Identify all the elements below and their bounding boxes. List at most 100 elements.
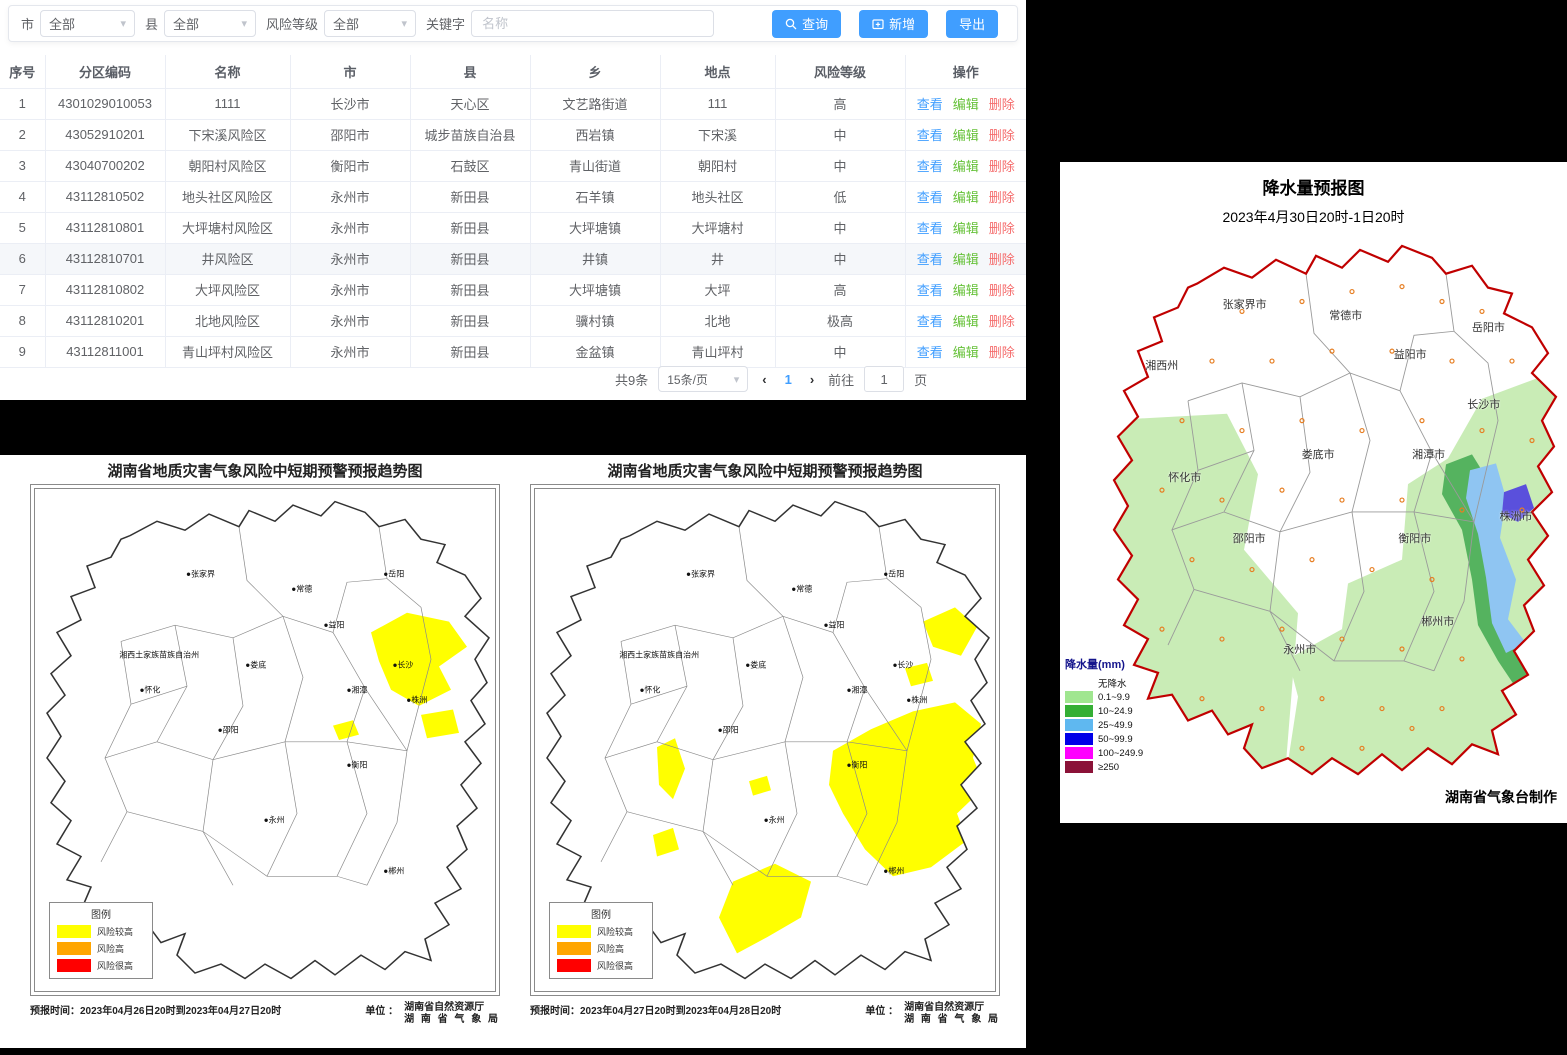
cell-name: 青山坪村风险区 (165, 336, 290, 367)
cell-city: 永州市 (290, 212, 410, 243)
city-select[interactable]: 全部 ▾ (40, 10, 135, 37)
delete-link[interactable]: 删除 (989, 190, 1015, 205)
cell-town: 西岩镇 (530, 119, 660, 150)
legend-item: 0.1~9.9 (1065, 690, 1175, 704)
risk-level-select[interactable]: 全部 ▾ (324, 10, 416, 37)
delete-link[interactable]: 删除 (989, 283, 1015, 298)
edit-link[interactable]: 编辑 (953, 159, 979, 174)
county-select-value: 全部 (173, 14, 199, 33)
view-link[interactable]: 查看 (917, 283, 943, 298)
edit-link[interactable]: 编辑 (953, 283, 979, 298)
cell-county: 新田县 (410, 212, 530, 243)
delete-link[interactable]: 删除 (989, 252, 1015, 267)
cell-town: 骥村镇 (530, 305, 660, 336)
unit-line2: 湖 南 省 气 象 局 (404, 1014, 500, 1026)
view-link[interactable]: 查看 (917, 252, 943, 267)
delete-link[interactable]: 删除 (989, 221, 1015, 236)
table-row: 5 43112810801 大坪塘村风险区 永州市 新田县 大坪塘镇 大坪塘村 … (0, 212, 1026, 243)
view-link[interactable]: 查看 (917, 97, 943, 112)
cell-no: 8 (0, 305, 45, 336)
next-page-button[interactable]: › (806, 372, 818, 387)
cell-place: 地头社区 (660, 181, 775, 212)
city-filter-label: 市 (21, 14, 34, 33)
view-link[interactable]: 查看 (917, 345, 943, 360)
view-link[interactable]: 查看 (917, 314, 943, 329)
edit-link[interactable]: 编辑 (953, 345, 979, 360)
cell-place: 下宋溪 (660, 119, 775, 150)
cell-code: 43112810502 (45, 181, 165, 212)
legend-swatch (1065, 691, 1093, 703)
search-button[interactable]: 查询 (772, 10, 841, 38)
col-code: 分区编码 (45, 55, 165, 88)
cell-code: 43112810802 (45, 274, 165, 305)
edit-link[interactable]: 编辑 (953, 221, 979, 236)
edit-link[interactable]: 编辑 (953, 128, 979, 143)
cell-name: 大坪塘村风险区 (165, 212, 290, 243)
view-link[interactable]: 查看 (917, 190, 943, 205)
unit-line1: 湖南省自然资源厅 (904, 1002, 1000, 1014)
county-select[interactable]: 全部 ▾ (164, 10, 256, 37)
add-button[interactable]: 新增 (859, 10, 928, 38)
goto-label: 前往 (828, 370, 854, 389)
table-row: 1 4301029010053 1111 长沙市 天心区 文艺路街道 111 高… (0, 88, 1026, 119)
trend-legend: 图例 风险较高 风险高 (549, 902, 653, 979)
trend-map-title: 湖南省地质灾害气象风险中短期预警预报趋势图 (30, 460, 500, 482)
delete-link[interactable]: 删除 (989, 345, 1015, 360)
prev-page-button[interactable]: ‹ (758, 372, 770, 387)
keyword-input[interactable] (471, 10, 714, 37)
cell-no: 3 (0, 150, 45, 181)
legend-swatch (557, 942, 591, 955)
cell-town: 金盆镇 (530, 336, 660, 367)
delete-link[interactable]: 删除 (989, 97, 1015, 112)
cell-city: 永州市 (290, 181, 410, 212)
delete-link[interactable]: 删除 (989, 159, 1015, 174)
table-row: 2 43052910201 下宋溪风险区 邵阳市 城步苗族自治县 西岩镇 下宋溪… (0, 119, 1026, 150)
precip-subtitle: 2023年4月30日20时-1日20时 (1060, 207, 1567, 227)
cell-risk: 中 (775, 119, 905, 150)
unit-line1: 湖南省自然资源厅 (404, 1002, 500, 1014)
cell-no: 2 (0, 119, 45, 150)
cell-place: 井 (660, 243, 775, 274)
cell-risk: 高 (775, 274, 905, 305)
legend-item: 25~49.9 (1065, 718, 1175, 732)
export-button[interactable]: 导出 (946, 10, 998, 38)
view-link[interactable]: 查看 (917, 221, 943, 236)
risk-filter-label: 风险等级 (266, 14, 318, 33)
legend-swatch (1065, 705, 1093, 717)
legend-swatch (57, 959, 91, 972)
delete-link[interactable]: 删除 (989, 314, 1015, 329)
cell-no: 1 (0, 88, 45, 119)
edit-link[interactable]: 编辑 (953, 314, 979, 329)
edit-link[interactable]: 编辑 (953, 97, 979, 112)
view-link[interactable]: 查看 (917, 159, 943, 174)
col-name: 名称 (165, 55, 290, 88)
precip-title: 降水量预报图 (1060, 174, 1567, 199)
cell-county: 新田县 (410, 305, 530, 336)
cell-risk: 低 (775, 181, 905, 212)
cell-actions: 查看编辑删除 (905, 181, 1026, 212)
add-folder-icon (872, 18, 884, 30)
unit-label: 单位 ： (365, 1002, 398, 1026)
goto-page-input[interactable] (864, 366, 904, 392)
edit-link[interactable]: 编辑 (953, 252, 979, 267)
cell-place: 大坪塘村 (660, 212, 775, 243)
cell-town: 石羊镇 (530, 181, 660, 212)
map-credit: 湖南省气象台制作 (1445, 787, 1557, 807)
cell-county: 城步苗族自治县 (410, 119, 530, 150)
chevron-down-icon: ▾ (734, 373, 740, 386)
edit-link[interactable]: 编辑 (953, 190, 979, 205)
delete-link[interactable]: 删除 (989, 128, 1015, 143)
current-page[interactable]: 1 (781, 372, 796, 387)
legend-swatch (1065, 733, 1093, 745)
legend-swatch (1065, 719, 1093, 731)
legend-item: 风险高 (57, 942, 145, 955)
page-size-select[interactable]: 15条/页 ▾ (658, 366, 748, 392)
filter-bar: 市 全部 ▾ 县 全部 ▾ 风险等级 全部 ▾ 关键字 查询 新增 导出 (8, 5, 1018, 42)
cell-no: 5 (0, 212, 45, 243)
legend-swatch (57, 925, 91, 938)
view-link[interactable]: 查看 (917, 128, 943, 143)
cell-city: 永州市 (290, 243, 410, 274)
cell-code: 4301029010053 (45, 88, 165, 119)
table-row: 9 43112811001 青山坪村风险区 永州市 新田县 金盆镇 青山坪村 中… (0, 336, 1026, 367)
cell-no: 4 (0, 181, 45, 212)
